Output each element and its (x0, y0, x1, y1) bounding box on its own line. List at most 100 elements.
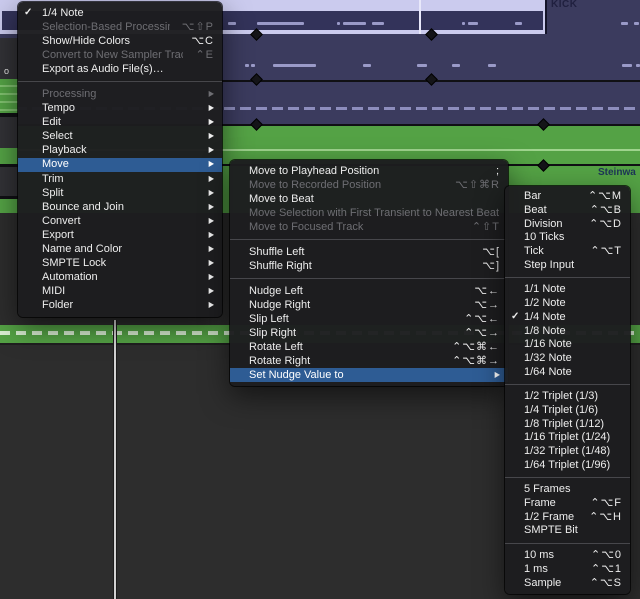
shortcut-label: ⌃⌥0 (590, 549, 622, 562)
menu-item-slip-left[interactable]: Slip Left ⌃⌥← (230, 312, 508, 326)
menu-item-rotate-left[interactable]: Rotate Left ⌃⌥⌘← (230, 340, 508, 354)
menu-item-label: MIDI (42, 286, 66, 298)
menu-item-10-ticks[interactable]: 10 Ticks (505, 231, 630, 245)
menu-item-label: Move Selection with First Transient to N… (249, 207, 500, 219)
menu-item-folder[interactable]: Folder ▶ (18, 299, 222, 313)
menu-item-label: Bar (524, 191, 542, 203)
menu-item-midi[interactable]: MIDI ▶ (18, 285, 222, 299)
shortcut-label: ⌃⌥S (589, 576, 622, 589)
midi-note-dash (488, 64, 496, 67)
menu-item-beat[interactable]: Beat ⌃⌥B (505, 204, 630, 218)
menu-item-bar[interactable]: Bar ⌃⌥M (505, 190, 630, 204)
menu-item-frame[interactable]: Frame ⌃⌥F (505, 497, 630, 511)
menu-item-1-32-triplet-1-48[interactable]: 1/32 Triplet (1/48) (505, 445, 630, 459)
menu-item-5-frames[interactable]: 5 Frames (505, 483, 630, 497)
menu-item-trim[interactable]: Trim ▶ (18, 172, 222, 186)
menu-item-set-nudge-value-to[interactable]: Set Nudge Value to ▶ (230, 368, 508, 382)
playhead-line[interactable] (113, 320, 117, 599)
menu-item-nudge-left[interactable]: Nudge Left ⌥← (230, 284, 508, 298)
menu-item-label: Select (42, 131, 73, 143)
menu-item-label: Bounce and Join (42, 201, 124, 213)
submenu-arrow-icon: ▶ (208, 118, 214, 127)
menu-item-move-to-recorded-position: Move to Recorded Position ⌥⇧⌘R (230, 178, 508, 192)
menu-item-name-and-color[interactable]: Name and Color ▶ (18, 243, 222, 257)
midi-note-dash (417, 64, 427, 67)
menu-item-1-8-note[interactable]: 1/8 Note (505, 324, 630, 338)
midi-note-dash (273, 64, 316, 67)
menu-item-move-to-beat[interactable]: Move to Beat (230, 192, 508, 206)
menu-item-label: Move to Focused Track (249, 221, 364, 233)
menu-item-label: 1/2 Frame (524, 511, 575, 523)
midi-note-dash (363, 64, 371, 67)
menu-item-export-as-audio-file-s[interactable]: Export as Audio File(s)… (18, 62, 222, 76)
menu-item-move[interactable]: Move ▶ (18, 157, 222, 173)
midi-note-dash (372, 22, 384, 25)
menu-item-1-4-triplet-1-6[interactable]: 1/4 Triplet (1/6) (505, 404, 630, 418)
shortcut-label: ⌥] (482, 259, 500, 272)
menu-item-sample[interactable]: Sample ⌃⌥S (505, 576, 630, 590)
menu-item-edit[interactable]: Edit ▶ (18, 116, 222, 130)
shortcut-label: ⌃⌥M (587, 190, 622, 203)
menu-item-1-ms[interactable]: 1 ms ⌃⌥1 (505, 563, 630, 577)
menu-item-shuffle-right[interactable]: Shuffle Right ⌥] (230, 259, 508, 273)
shortcut-label: ⌃⌥← (464, 312, 500, 325)
midi-note-dash (622, 64, 632, 67)
menu-item-1-4-note[interactable]: ✓ 1/4 Note (505, 311, 630, 325)
menu-item-convert-to-new-sampler-track: Convert to New Sampler Track ⌃E (18, 48, 222, 62)
menu-item-rotate-right[interactable]: Rotate Right ⌃⌥⌘→ (230, 354, 508, 368)
menu-item-bounce-and-join[interactable]: Bounce and Join ▶ (18, 200, 222, 214)
menu-item-1-64-triplet-1-96[interactable]: 1/64 Triplet (1/96) (505, 458, 630, 472)
menu-separator (505, 277, 630, 279)
menu-item-playback[interactable]: Playback ▶ (18, 144, 222, 158)
menu-item-step-input[interactable]: Step Input (505, 258, 630, 272)
menu-item-split[interactable]: Split ▶ (18, 186, 222, 200)
set-nudge-value-submenu: Bar ⌃⌥M Beat ⌃⌥B Division ⌃⌥D 10 Ticks Tick ⌃⌥T S… (505, 186, 630, 594)
menu-item-select[interactable]: Select ▶ (18, 130, 222, 144)
menu-item-1-4-note[interactable]: ✓ 1/4 Note (18, 6, 222, 20)
menu-item-1-2-note[interactable]: 1/2 Note (505, 297, 630, 311)
menu-item-10-ms[interactable]: 10 ms ⌃⌥0 (505, 549, 630, 563)
menu-item-automation[interactable]: Automation ▶ (18, 271, 222, 285)
menu-item-selection-based-processing: Selection-Based Processing… ⌥⇧P (18, 20, 222, 34)
menu-item-label: Rotate Right (249, 355, 311, 367)
menu-item-1-16-note[interactable]: 1/16 Note (505, 338, 630, 352)
shortcut-label: ⌃⌥1 (590, 562, 622, 575)
menu-item-label: Tick (524, 246, 544, 258)
menu-item-shuffle-left[interactable]: Shuffle Left ⌥[ (230, 245, 508, 259)
menu-item-1-32-note[interactable]: 1/32 Note (505, 352, 630, 366)
menu-item-convert[interactable]: Convert ▶ (18, 214, 222, 228)
menu-item-1-2-triplet-1-3[interactable]: 1/2 Triplet (1/3) (505, 390, 630, 404)
submenu-arrow-icon: ▶ (208, 273, 214, 282)
menu-item-move-to-playhead-position[interactable]: Move to Playhead Position; (230, 164, 508, 178)
menu-item-tempo[interactable]: Tempo ▶ (18, 102, 222, 116)
menu-item-smpte-lock[interactable]: SMPTE Lock ▶ (18, 257, 222, 271)
menu-item-label: 1/4 Triplet (1/6) (524, 404, 598, 416)
track-edge-label: o (4, 66, 10, 76)
region-boundary (419, 0, 421, 34)
submenu-arrow-icon: ▶ (208, 287, 214, 296)
menu-item-1-16-triplet-1-24[interactable]: 1/16 Triplet (1/24) (505, 431, 630, 445)
checkmark-icon: ✓ (511, 311, 520, 323)
shortcut-label: ⌃⌥D (589, 217, 622, 230)
menu-item-export[interactable]: Export ▶ (18, 228, 222, 242)
menu-item-nudge-right[interactable]: Nudge Right ⌥→ (230, 298, 508, 312)
menu-item-label: Playback (42, 145, 87, 157)
menu-item-label: Move (42, 159, 69, 171)
menu-item-smpte-bit[interactable]: SMPTE Bit (505, 524, 630, 538)
menu-item-1-1-note[interactable]: 1/1 Note (505, 283, 630, 297)
menu-item-label: 10 Ticks (524, 232, 565, 244)
submenu-arrow-icon: ▶ (208, 90, 214, 99)
shortcut-label: ⌃⌥B (589, 204, 622, 217)
menu-item-1-64-note[interactable]: 1/64 Note (505, 365, 630, 379)
submenu-arrow-icon: ▶ (208, 259, 214, 268)
menu-item-label: 1/16 Triplet (1/24) (524, 432, 611, 444)
menu-item-slip-right[interactable]: Slip Right ⌃⌥→ (230, 326, 508, 340)
menu-item-1-8-triplet-1-12[interactable]: 1/8 Triplet (1/12) (505, 417, 630, 431)
menu-item-show-hide-colors[interactable]: Show/Hide Colors ⌥C (18, 34, 222, 48)
menu-item-tick[interactable]: Tick ⌃⌥T (505, 245, 630, 259)
menu-item-1-2-frame[interactable]: 1/2 Frame ⌃⌥H (505, 510, 630, 524)
submenu-arrow-icon: ▶ (208, 189, 214, 198)
logic-arrange-area: KICK Steinwa o ✓ 1/4 Note Selection-Based … (0, 0, 640, 599)
track-edge-band (0, 79, 18, 113)
menu-item-division[interactable]: Division ⌃⌥D (505, 217, 630, 231)
